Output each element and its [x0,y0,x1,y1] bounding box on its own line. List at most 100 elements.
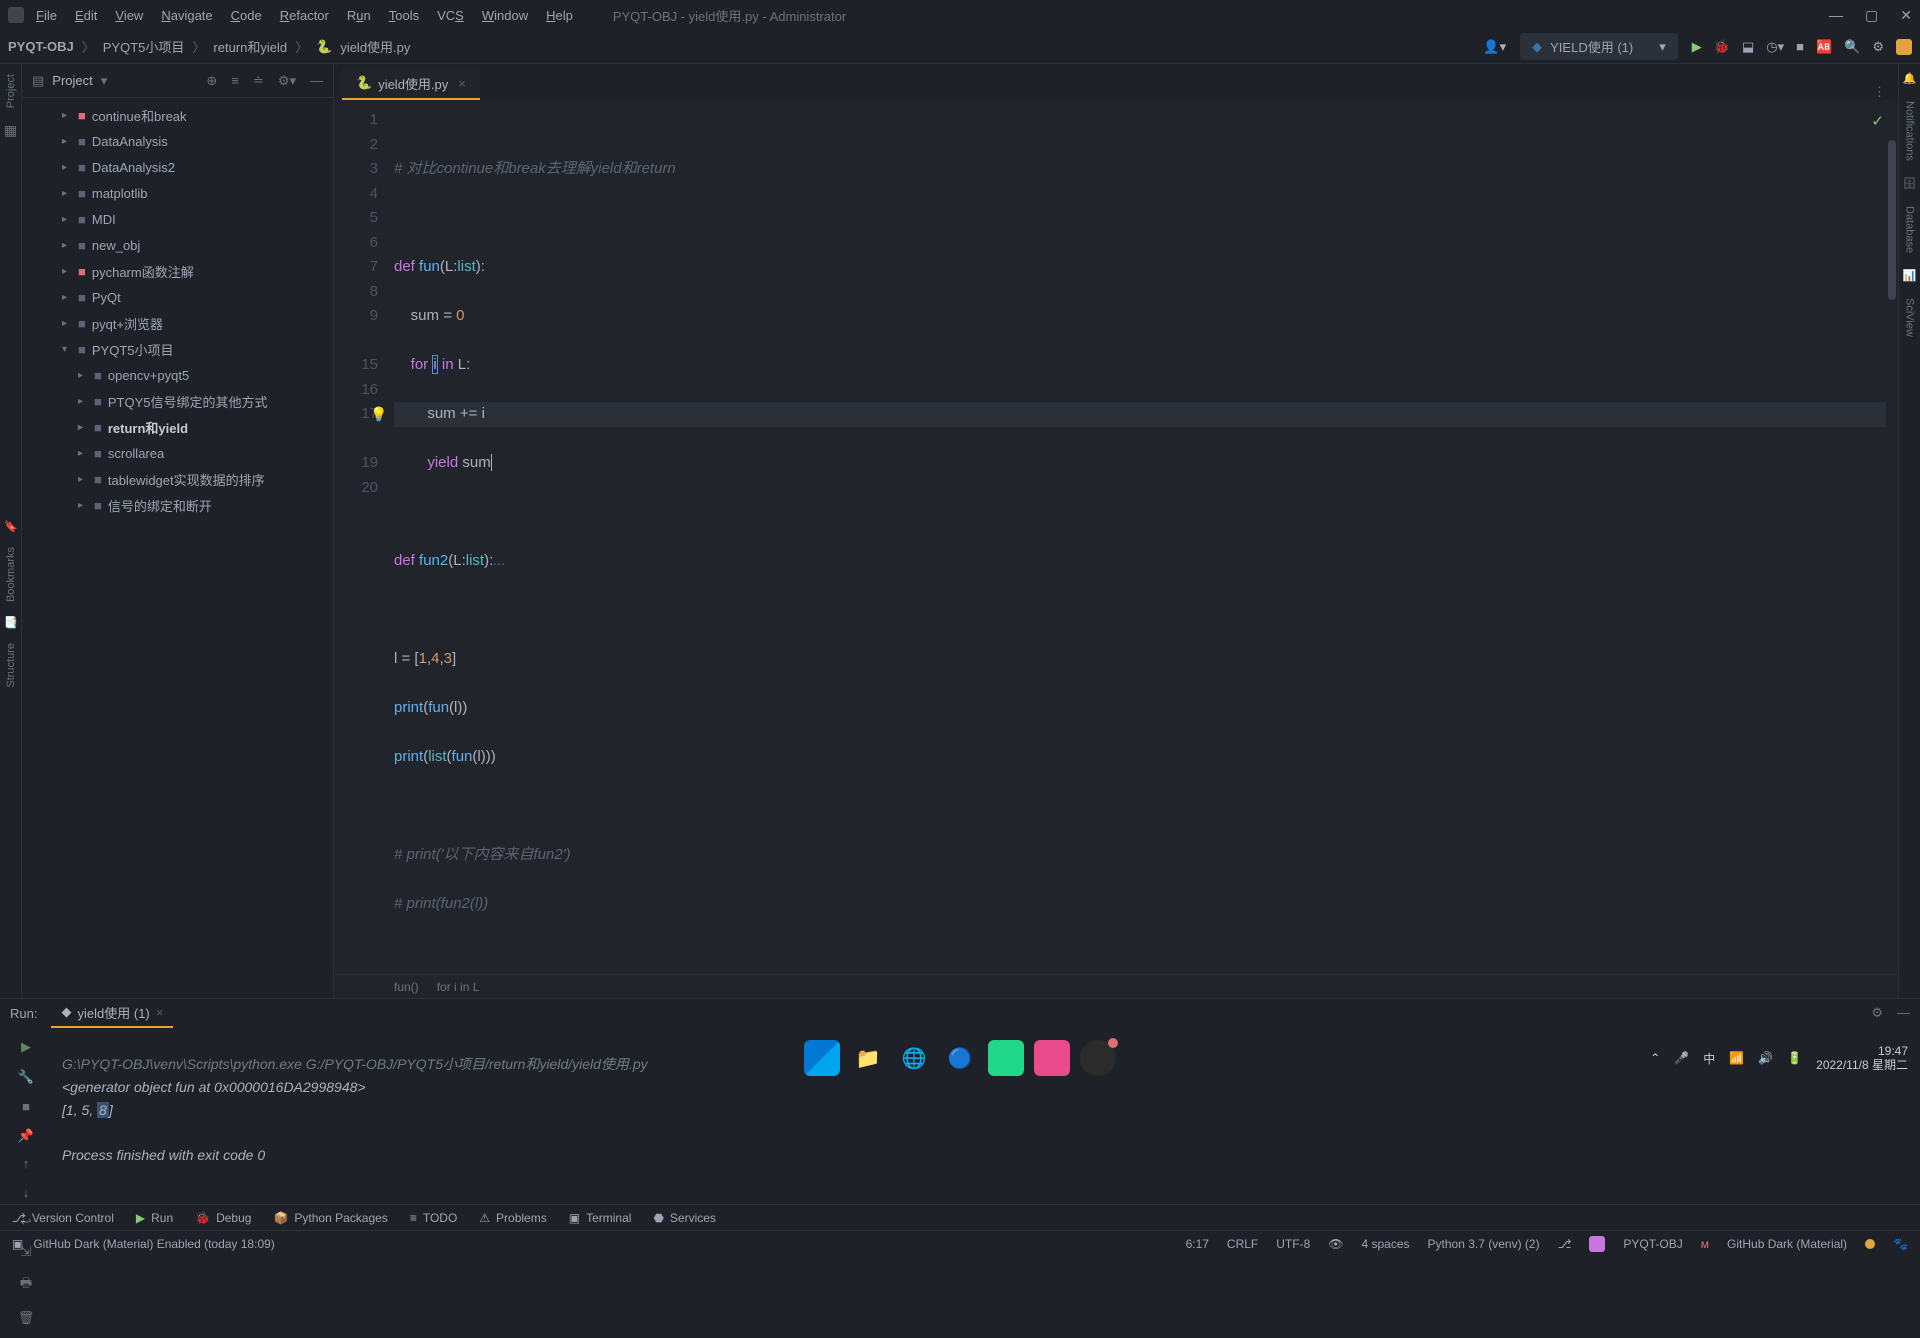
tree-item-pyqt+浏览器[interactable]: ▸■pyqt+浏览器 [22,310,333,336]
run-tab[interactable]: ◆ yield使用 (1) × [51,999,173,1028]
editor-scrollbar[interactable] [1886,100,1898,974]
file-encoding[interactable]: UTF-8 [1276,1237,1310,1251]
menu-edit[interactable]: Edit [75,8,97,23]
close-button[interactable]: ✕ [1900,7,1912,24]
tree-item-tablewidget实现数据的排序[interactable]: ▸■tablewidget实现数据的排序 [22,466,333,492]
user-icon[interactable]: 👤▾ [1483,39,1506,55]
tray-chevron-icon[interactable]: ⌃ [1650,1051,1660,1065]
sciview-icon[interactable]: 📊 [1903,269,1917,282]
breadcrumb-file[interactable]: yield使用.py [340,37,410,56]
problems-button[interactable]: ⚠Problems [479,1211,546,1225]
paw-icon[interactable]: 🐾 [1893,1237,1908,1251]
collapse-icon[interactable]: ≐ [253,73,264,89]
project-tool-button[interactable]: Project [5,74,17,108]
coverage-button[interactable]: ⬓ [1742,39,1754,55]
hide-icon[interactable]: — [310,73,323,89]
terminal-button[interactable]: ▣Terminal [569,1211,632,1225]
battery-icon[interactable]: 🔋 [1787,1051,1802,1065]
minimize-button[interactable]: ― [1829,7,1843,24]
bookmarks-icon[interactable]: 🔖 [4,520,18,533]
theme-name[interactable]: GitHub Dark (Material) [1727,1237,1847,1251]
start-button[interactable] [804,1040,840,1076]
maximize-button[interactable]: ▢ [1865,7,1878,24]
tool-window-icon[interactable]: ▣ [12,1237,23,1251]
breadcrumbs[interactable]: PYQT-OBJ 〉 PYQT5小项目 〉 return和yield 〉 🐍 y… [8,37,410,56]
run-tool-button[interactable]: ▶Run [136,1211,173,1225]
breadcrumb-fn[interactable]: fun() [394,980,419,994]
editor-tab[interactable]: 🐍 yield使用.py × [342,68,480,100]
editor-breadcrumbs[interactable]: fun() for i in L [334,974,1898,998]
obs-icon[interactable] [1080,1040,1116,1076]
menu-file[interactable]: File [36,8,57,23]
expand-icon[interactable]: ≡ [231,73,239,89]
wifi-icon[interactable]: 📶 [1729,1051,1744,1065]
close-tab-icon[interactable]: × [458,76,466,91]
settings-icon[interactable]: ⚙▾ [278,73,296,89]
menu-view[interactable]: View [115,8,143,23]
chrome-icon[interactable]: 🔵 [942,1040,978,1076]
edge-icon[interactable]: 🌐 [896,1040,932,1076]
git-icon[interactable]: ⎇ [1558,1237,1572,1251]
ime-icon[interactable]: 中 [1703,1050,1715,1067]
file-explorer-icon[interactable]: 📁 [850,1040,886,1076]
menu-window[interactable]: Window [482,8,528,23]
debug-button[interactable]: 🐞 [1714,39,1730,55]
pin-icon[interactable]: 📌 [18,1128,34,1144]
up-icon[interactable]: ↑ [23,1156,30,1171]
project-panel-title[interactable]: Project [52,73,92,88]
volume-icon[interactable]: 🔊 [1758,1051,1773,1065]
locale-icon[interactable]: 🆎 [1816,39,1832,55]
close-run-tab-icon[interactable]: × [156,1005,164,1020]
microphone-icon[interactable]: 🎤 [1674,1051,1689,1065]
readonly-icon[interactable]: 👁 [1328,1237,1343,1251]
settings-icon[interactable]: ⚙ [1872,39,1884,55]
project-tree[interactable]: ▸■continue和break▸■DataAnalysis▸■DataAnal… [22,98,333,998]
tree-item-PyQt[interactable]: ▸■PyQt [22,284,333,310]
run-config-selector[interactable]: ◆ YIELD使用 (1) ▾ [1520,33,1678,60]
tree-item-new_obj[interactable]: ▸■new_obj [22,232,333,258]
intention-bulb-icon[interactable]: 💡 [370,402,387,427]
tree-item-信号的绑定和断开[interactable]: ▸■信号的绑定和断开 [22,492,333,518]
profile-button[interactable]: ◷▾ [1766,39,1784,55]
down-icon[interactable]: ↓ [23,1185,30,1200]
search-icon[interactable]: 🔍 [1844,39,1860,55]
tree-item-PTQY5信号绑定的其他方式[interactable]: ▸■PTQY5信号绑定的其他方式 [22,388,333,414]
tree-item-matplotlib[interactable]: ▸■matplotlib [22,180,333,206]
menu-code[interactable]: Code [231,8,262,23]
app-icon[interactable] [1034,1040,1070,1076]
notifications-button[interactable]: Notifications [1904,101,1916,161]
breadcrumb-item[interactable]: PYQT5小项目 [103,37,185,56]
tree-item-continue和break[interactable]: ▸■continue和break [22,102,333,128]
breadcrumb-item[interactable]: return和yield [213,37,287,56]
run-settings-icon[interactable]: ⚙ [1871,1005,1883,1021]
sciview-button[interactable]: SciView [1904,298,1916,337]
project-stripe-icon[interactable]: ▦ [4,122,17,139]
clock[interactable]: 19:47 2022/11/8 星期二 [1816,1044,1908,1072]
bookmarks-button[interactable]: Bookmarks [5,547,17,602]
project-name[interactable]: PYQT-OBJ [1623,1237,1682,1251]
caret-position[interactable]: 6:17 [1186,1237,1209,1251]
stop-run-button[interactable]: ■ [22,1099,30,1114]
editor-more-icon[interactable]: ⋮ [1873,84,1886,99]
line-separator[interactable]: CRLF [1227,1237,1258,1251]
tree-item-MDI[interactable]: ▸■MDI [22,206,333,232]
indent-info[interactable]: 4 spaces [1362,1237,1410,1251]
menu-navigate[interactable]: Navigate [161,8,212,23]
menu-tools[interactable]: Tools [389,8,419,23]
menu-refactor[interactable]: Refactor [280,8,329,23]
database-icon[interactable]: 🗄 [1903,177,1917,190]
plugin-icon[interactable] [1896,39,1912,55]
tree-item-scrollarea[interactable]: ▸■scrollarea [22,440,333,466]
python-packages-button[interactable]: 📦Python Packages [273,1211,387,1225]
run-button[interactable]: ▶ [1692,39,1702,55]
tree-item-return和yield[interactable]: ▸■return和yield [22,414,333,440]
pycharm-taskbar-icon[interactable] [988,1040,1024,1076]
services-button[interactable]: ⬣Services [653,1211,716,1225]
breadcrumb-for[interactable]: for i in L [437,980,480,994]
debug-tool-button[interactable]: 🐞Debug [195,1211,251,1225]
chevron-down-icon[interactable]: ▾ [101,73,108,89]
menu-help[interactable]: Help [546,8,573,23]
clear-icon[interactable]: 🗑 [18,1310,35,1326]
structure-button[interactable]: Structure [5,643,17,688]
inspection-ok-icon[interactable]: ✓ [1871,110,1884,135]
